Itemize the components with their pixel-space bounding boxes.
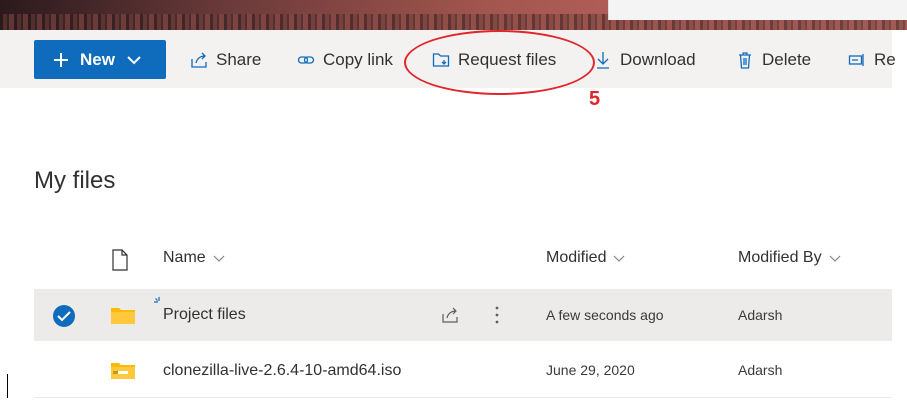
file-type-icon[interactable] <box>111 249 129 271</box>
more-options-icon[interactable] <box>493 305 501 325</box>
share-button[interactable]: Share <box>190 49 261 71</box>
delete-button[interactable]: Delete <box>736 49 811 71</box>
rename-label: Re <box>874 50 896 69</box>
modified-date: A few seconds ago <box>546 307 664 323</box>
column-header-name[interactable]: Name <box>163 249 226 267</box>
modified-by: Adarsh <box>738 362 783 378</box>
share-icon <box>191 52 207 68</box>
chevron-down-icon <box>127 55 141 64</box>
link-icon <box>297 56 315 64</box>
trash-icon <box>739 52 751 69</box>
file-name[interactable]: Project files <box>163 306 246 324</box>
chevron-down-icon <box>614 255 625 262</box>
text-cursor <box>7 374 8 398</box>
new-button[interactable]: New <box>34 40 166 79</box>
share-icon[interactable] <box>441 306 459 324</box>
annotation-step-number: 5 <box>589 88 601 110</box>
search-box[interactable] <box>608 0 907 20</box>
column-modified-by-label: Modified By <box>738 249 822 266</box>
chevron-down-icon <box>213 255 225 262</box>
modified-by: Adarsh <box>738 307 783 323</box>
new-button-label: New <box>80 49 115 69</box>
rename-button[interactable]: Re <box>848 49 896 71</box>
row-divider <box>34 397 892 398</box>
zip-folder-icon <box>111 363 135 379</box>
copy-link-button[interactable]: Copy link <box>297 49 393 71</box>
download-label: Download <box>620 50 696 69</box>
modified-date: June 29, 2020 <box>546 362 635 378</box>
annotation-circle <box>404 30 595 95</box>
folder-icon <box>111 308 135 324</box>
checkmark-icon <box>57 311 71 322</box>
share-label: Share <box>216 50 262 69</box>
chevron-down-icon <box>829 255 841 262</box>
rename-icon <box>848 54 864 66</box>
column-modified-label: Modified <box>546 249 607 266</box>
file-name[interactable]: clonezilla-live-2.6.4-10-amd64.iso <box>163 362 401 380</box>
header-banner <box>0 0 907 30</box>
download-icon <box>597 52 609 69</box>
column-header-modified-by[interactable]: Modified By <box>738 249 842 267</box>
column-name-label: Name <box>163 249 206 266</box>
page-title: My files <box>34 167 116 194</box>
column-header-modified[interactable]: Modified <box>546 249 626 267</box>
row-checkbox[interactable] <box>53 305 75 327</box>
plus-icon <box>54 52 68 67</box>
delete-label: Delete <box>762 50 812 69</box>
copy-link-label: Copy link <box>323 50 393 69</box>
download-button[interactable]: Download <box>594 49 696 71</box>
